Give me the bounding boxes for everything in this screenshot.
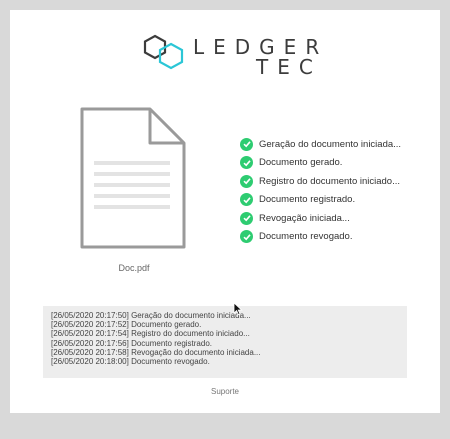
logo-text-tec: TEC: [256, 55, 322, 79]
support-link[interactable]: Suporte: [10, 387, 440, 396]
log-line: [26/05/2020 20:17:56] Documento registra…: [51, 338, 212, 348]
log-line: [26/05/2020 20:17:52] Documento gerado.: [51, 320, 202, 330]
check-circle-icon: [240, 230, 253, 244]
status-step-label: Geração do documento iniciada...: [259, 138, 402, 150]
status-step: Registro do documento iniciado...: [240, 172, 401, 191]
status-step: Geração do documento iniciada...: [240, 135, 401, 154]
status-step-label: Documento gerado.: [259, 157, 343, 169]
status-step: Revogação iniciada...: [240, 209, 401, 228]
status-step: Documento revogado.: [240, 228, 401, 247]
status-step-label: Registro do documento iniciado...: [259, 175, 400, 187]
check-circle-icon: [240, 174, 253, 188]
status-steps-list: Geração do documento iniciada... Documen…: [240, 135, 401, 246]
ledgertec-logo: LEDGER TEC: [141, 32, 331, 79]
status-step-label: Documento registrado.: [259, 194, 356, 206]
check-circle-icon: [240, 193, 253, 207]
log-line: [26/05/2020 20:18:00] Documento revogado…: [51, 357, 210, 367]
log-line: [26/05/2020 20:17:58] Revogação do docum…: [51, 347, 261, 357]
check-circle-icon: [240, 211, 253, 225]
document-name: Doc.pdf: [118, 263, 150, 273]
check-circle-icon: [240, 156, 253, 170]
status-step: Documento registrado.: [240, 191, 401, 210]
log-line: [26/05/2020 20:17:54] Registro do docume…: [51, 329, 250, 339]
status-step-label: Documento revogado.: [259, 231, 353, 243]
status-step-label: Revogação iniciada...: [259, 212, 350, 224]
hexagon-logo-icon: [143, 34, 184, 70]
mouse-cursor-icon: [233, 302, 243, 316]
file-icon: [80, 107, 186, 249]
event-log[interactable]: [26/05/2020 20:17:50] Geração do documen…: [43, 306, 407, 378]
main-card: LEDGER TEC Doc.pdf Geração do documento …: [10, 10, 440, 413]
log-line: [26/05/2020 20:17:50] Geração do documen…: [51, 311, 251, 320]
status-step: Documento gerado.: [240, 154, 401, 173]
check-circle-icon: [240, 137, 253, 151]
